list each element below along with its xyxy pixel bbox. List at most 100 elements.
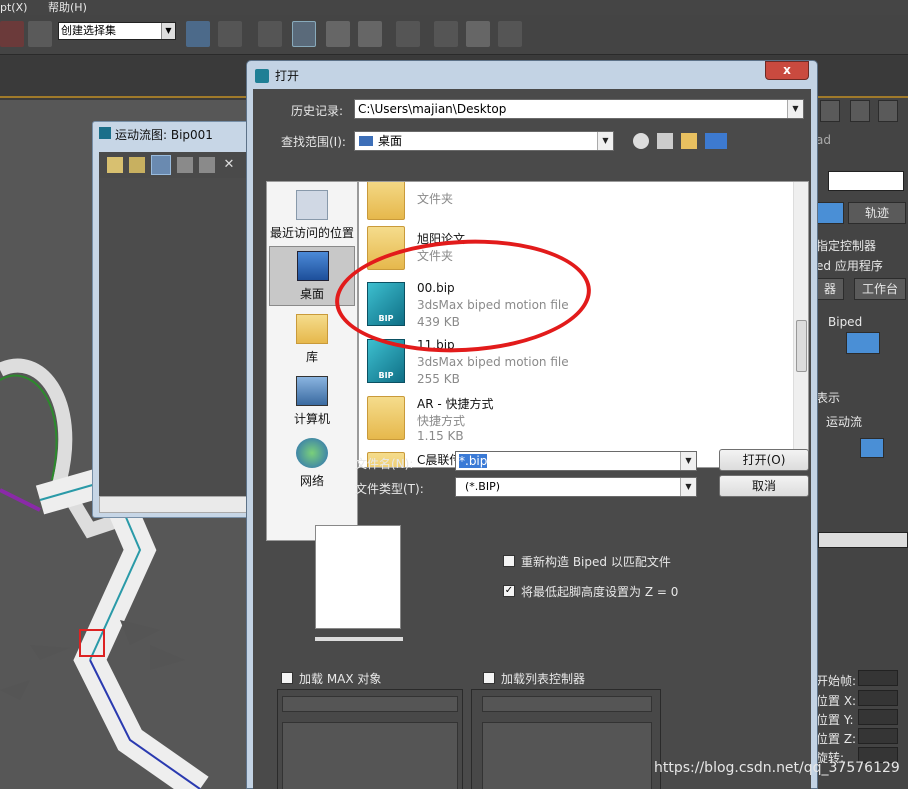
- chevron-down-icon: ▼: [161, 23, 175, 39]
- filename-field[interactable]: *.bip ▼: [455, 451, 697, 471]
- chevron-down-icon: ▼: [680, 478, 696, 496]
- render-teapot-icon[interactable]: [498, 21, 522, 47]
- biped-rollout[interactable]: Biped: [828, 315, 862, 329]
- place-label: 网络: [299, 474, 324, 488]
- open-script-icon[interactable]: [129, 157, 145, 173]
- menu-help[interactable]: 帮助(H): [48, 0, 87, 15]
- main-toolbar: 创建选择集 ▼: [0, 15, 908, 55]
- biped-app-rollout[interactable]: ed 应用程序: [816, 257, 883, 274]
- new-script-icon[interactable]: [107, 157, 123, 173]
- lookin-label: 查找范围(I):: [281, 135, 346, 149]
- place-network[interactable]: 网络: [269, 434, 355, 494]
- material-editor-icon[interactable]: [396, 21, 420, 47]
- file-name: AR - 快捷方式: [417, 397, 494, 411]
- max-objects-filter[interactable]: [282, 696, 458, 712]
- add-clip-icon[interactable]: [177, 157, 193, 173]
- cancel-button[interactable]: 取消: [719, 475, 809, 497]
- trajectory-tab[interactable]: 轨迹: [848, 202, 906, 224]
- place-computer[interactable]: 计算机: [269, 372, 355, 432]
- shortcut-folder-icon: [367, 396, 405, 440]
- load-max-checkbox[interactable]: [281, 672, 293, 684]
- chevron-down-icon: ▼: [787, 100, 803, 118]
- app-icon: [99, 127, 111, 139]
- horizontal-scrollbar[interactable]: [99, 496, 249, 513]
- list-item[interactable]: AR - 快捷方式 快捷方式 1.15 KB: [359, 392, 789, 450]
- file-size: 255 KB: [417, 372, 460, 386]
- selection-set-dropdown[interactable]: 创建选择集 ▼: [58, 22, 176, 40]
- delete-icon[interactable]: ✕: [221, 157, 237, 173]
- parameters-tab[interactable]: [816, 202, 844, 224]
- filename-label: 文件名(N):: [355, 457, 414, 471]
- motion-flow-mode-icon[interactable]: [860, 438, 884, 458]
- motion-flow-canvas[interactable]: [99, 178, 249, 496]
- magnet-icon[interactable]: [0, 21, 24, 47]
- list-item[interactable]: 文件夹: [359, 182, 789, 228]
- place-label: 最近访问的位置: [269, 226, 354, 240]
- place-label: 库: [305, 350, 318, 364]
- scrollbar-thumb[interactable]: [796, 320, 807, 372]
- hierarchy-tab-icon[interactable]: [820, 100, 840, 122]
- create-clip-icon[interactable]: [151, 155, 171, 175]
- new-folder-icon[interactable]: [681, 133, 697, 149]
- dialog-title: 打开: [275, 69, 300, 83]
- z0-label: 将最低起脚高度设置为 Z = 0: [521, 585, 679, 599]
- mirror-icon[interactable]: [186, 21, 210, 47]
- pos-z-field[interactable]: [858, 728, 898, 744]
- lookin-dropdown[interactable]: 桌面 ▼: [354, 131, 614, 151]
- motion-flow-rollout[interactable]: 运动流: [826, 413, 862, 430]
- history-dropdown[interactable]: C:\Users\majian\Desktop ▼: [354, 99, 804, 119]
- filetype-dropdown[interactable]: (*.BIP) ▼: [455, 477, 697, 497]
- up-folder-icon[interactable]: [657, 133, 673, 149]
- menu-bar: pt(X) 帮助(H): [0, 0, 908, 15]
- edit-named-sel-icon[interactable]: [28, 21, 52, 47]
- controller-dropdown[interactable]: [818, 532, 908, 548]
- open-button[interactable]: 打开(O): [719, 449, 809, 471]
- layer-icon[interactable]: [258, 21, 282, 47]
- file-desc: 3dsMax biped motion file: [417, 355, 569, 369]
- file-desc: 文件夹: [417, 192, 454, 206]
- computer-icon: [296, 376, 328, 406]
- render-frame-icon[interactable]: [466, 21, 490, 47]
- workbench-button[interactable]: 工作台: [854, 278, 906, 300]
- scene-explorer-icon[interactable]: [292, 21, 316, 47]
- list-controller-filter[interactable]: [482, 696, 652, 712]
- preview-slider[interactable]: [315, 637, 403, 641]
- selection-set-value: 创建选择集: [61, 24, 116, 37]
- curve-editor-icon[interactable]: [326, 21, 350, 47]
- figure-mode-icon[interactable]: [846, 332, 880, 354]
- motion-tab-icon[interactable]: [850, 100, 870, 122]
- max-objects-list[interactable]: [282, 722, 458, 789]
- max-objects-group: [277, 689, 463, 789]
- network-icon: [296, 438, 328, 468]
- start-frame-field[interactable]: [858, 670, 898, 686]
- pos-x-field[interactable]: [858, 690, 898, 706]
- transition-icon[interactable]: [199, 157, 215, 173]
- pos-z-label: 位置 Z:: [816, 732, 857, 746]
- mixer-button[interactable]: 器: [816, 278, 844, 300]
- place-label: 计算机: [293, 412, 330, 426]
- menu-script[interactable]: pt(X): [0, 0, 27, 15]
- pos-y-field[interactable]: [858, 709, 898, 725]
- back-icon[interactable]: [633, 133, 649, 149]
- list-controller-list[interactable]: [482, 722, 652, 789]
- close-button[interactable]: x: [765, 61, 809, 80]
- name-field[interactable]: [828, 171, 904, 191]
- load-list-label: 加载列表控制器: [501, 672, 586, 686]
- display-tab-icon[interactable]: [878, 100, 898, 122]
- vertical-scrollbar[interactable]: [793, 182, 808, 467]
- load-list-checkbox[interactable]: [483, 672, 495, 684]
- assign-controller-rollout[interactable]: 指定控制器: [816, 237, 876, 254]
- file-size: 1.15 KB: [417, 429, 464, 443]
- display-rollout[interactable]: 表示: [816, 389, 840, 406]
- z0-checkbox[interactable]: ✓: [503, 585, 515, 597]
- place-recent[interactable]: 最近访问的位置: [269, 186, 355, 246]
- rebuild-checkbox[interactable]: [503, 555, 515, 567]
- schematic-icon[interactable]: [358, 21, 382, 47]
- list-controller-group: [471, 689, 661, 789]
- align-icon[interactable]: [218, 21, 242, 47]
- command-panel: ad 轨迹 指定控制器 ed 应用程序 器 工作台 Biped 表示 运动流 开…: [816, 98, 908, 789]
- view-menu-icon[interactable]: [705, 133, 727, 149]
- render-setup-icon[interactable]: [434, 21, 458, 47]
- watermark: https://blog.csdn.net/qq_37576129: [654, 760, 900, 776]
- library-icon: [296, 314, 328, 344]
